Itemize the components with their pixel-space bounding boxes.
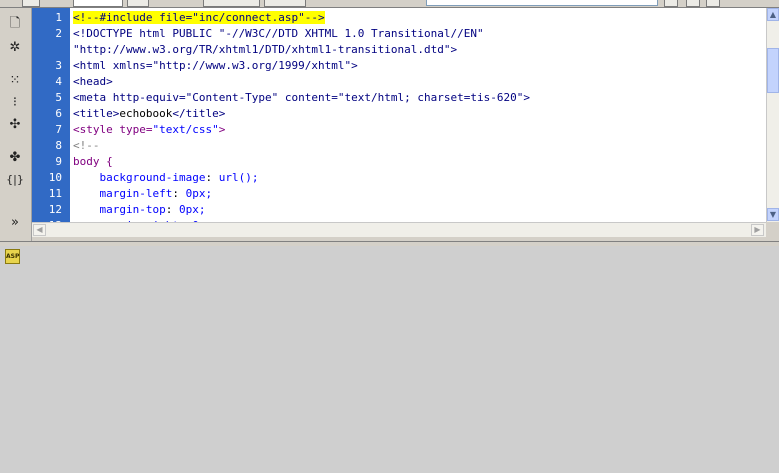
line-number[interactable]: 4 <box>32 74 62 90</box>
code-text-area[interactable]: <!--#include file="inc/connect.asp"--> <!… <box>70 8 766 222</box>
code-token: background-image <box>73 171 206 184</box>
design-view-button[interactable] <box>127 0 149 7</box>
collapse-selection-icon[interactable]: ⁝ <box>6 93 24 111</box>
code-line[interactable]: background-image: url(); <box>73 170 258 186</box>
code-editor: 🗋 ✲ ⁙ ⁝ ✣ ✤ {|} » 12345678910111213 <!--… <box>0 8 779 241</box>
preview-button[interactable] <box>264 0 306 7</box>
asp-include-icon[interactable]: ASP <box>5 249 20 264</box>
coding-toolbar: 🗋 ✲ ⁙ ⁝ ✣ ✤ {|} » <box>0 8 32 241</box>
code-line[interactable]: margin-left: 0px; <box>73 186 212 202</box>
code-line[interactable]: <title>echobook</title> <box>73 106 225 122</box>
line-number[interactable]: 9 <box>32 154 62 170</box>
code-token: <!-- <box>73 139 100 152</box>
scroll-right-icon[interactable]: ▶ <box>751 224 764 236</box>
code-line[interactable]: <style type="text/css"> <box>73 122 225 138</box>
code-token: <!DOCTYPE html PUBLIC "-//W3C//DTD XHTML… <box>73 27 484 40</box>
refresh-button[interactable] <box>664 0 678 7</box>
code-token: : <box>172 187 186 200</box>
split-view-button[interactable] <box>73 0 123 7</box>
code-token: margin-left <box>73 187 173 200</box>
code-token: echobook <box>119 107 173 120</box>
line-number[interactable]: 1 <box>32 10 62 26</box>
code-token: <title> <box>73 107 120 120</box>
line-number[interactable]: 10 <box>32 170 62 186</box>
code-token: type= <box>119 123 153 136</box>
scroll-up-icon[interactable]: ▲ <box>767 8 779 21</box>
scroll-down-icon[interactable]: ▼ <box>767 208 779 221</box>
code-token: > <box>218 123 226 136</box>
code-token: <!--#include file="inc/connect.asp"--> <box>73 11 325 24</box>
code-token: body { <box>73 155 113 168</box>
options-button[interactable] <box>686 0 700 7</box>
code-token: <html xmlns="http://www.w3.org/1999/xhtm… <box>73 59 358 72</box>
line-number-gutter: 12345678910111213 <box>32 8 70 222</box>
code-token: <style <box>73 123 120 136</box>
horizontal-scrollbar[interactable]: ◀ ▶ <box>32 222 766 237</box>
vertical-scroll-thumb[interactable] <box>767 48 779 93</box>
code-token: <meta http-equiv="Content-Type" content=… <box>73 91 530 104</box>
line-number[interactable]: 3 <box>32 58 62 74</box>
line-number[interactable]: 6 <box>32 106 62 122</box>
code-line[interactable]: <head> <box>73 74 113 90</box>
code-token: url(); <box>218 171 259 184</box>
code-token: <head> <box>73 75 113 88</box>
code-token: : <box>205 171 219 184</box>
line-number[interactable]: 12 <box>32 202 62 218</box>
design-view[interactable]: ASP <box>0 246 779 473</box>
code-line[interactable]: <!DOCTYPE html PUBLIC "-//W3C//DTD XHTML… <box>73 26 484 42</box>
code-line[interactable]: "http://www.w3.org/TR/xhtml1/DTD/xhtml1-… <box>73 42 457 58</box>
select-parent-tag-icon[interactable]: ✤ <box>6 148 24 166</box>
code-view-button[interactable] <box>22 0 40 7</box>
balance-braces-icon[interactable]: {|} <box>6 170 24 188</box>
scrollbar-corner <box>766 222 779 236</box>
line-number[interactable] <box>32 42 62 58</box>
code-token: </title> <box>172 107 226 120</box>
code-token: 0px; <box>178 203 206 216</box>
code-line[interactable]: <!--#include file="inc/connect.asp"--> <box>73 10 325 26</box>
scroll-left-icon[interactable]: ◀ <box>33 224 46 236</box>
line-number[interactable]: 8 <box>32 138 62 154</box>
line-number[interactable]: 5 <box>32 90 62 106</box>
code-line[interactable]: <html xmlns="http://www.w3.org/1999/xhtm… <box>73 58 358 74</box>
title-button[interactable] <box>203 0 260 7</box>
document-toolbar <box>0 0 779 8</box>
code-token: : <box>165 203 179 216</box>
more-tools-icon[interactable]: » <box>6 213 24 231</box>
collapse-full-tag-icon[interactable]: ⁙ <box>6 71 24 89</box>
title-field[interactable] <box>426 0 658 6</box>
open-documents-icon[interactable]: 🗋 <box>6 16 24 34</box>
vertical-scrollbar[interactable]: ▲ ▼ <box>766 8 779 222</box>
line-number[interactable]: 2 <box>32 26 62 42</box>
code-line[interactable]: <!-- <box>73 138 100 154</box>
code-token: margin-top <box>73 203 166 216</box>
code-line[interactable]: margin-top: 0px; <box>73 202 205 218</box>
code-token: "text/css" <box>152 123 219 136</box>
code-line[interactable]: <meta http-equiv="Content-Type" content=… <box>73 90 530 106</box>
file-management-icon[interactable]: ✲ <box>6 38 24 56</box>
code-token: "http://www.w3.org/TR/xhtml1/DTD/xhtml1-… <box>73 43 458 56</box>
line-number[interactable]: 11 <box>32 186 62 202</box>
validate-button[interactable] <box>706 0 720 7</box>
code-line[interactable]: body { <box>73 154 113 170</box>
code-token: 0px; <box>185 187 213 200</box>
expand-all-icon[interactable]: ✣ <box>6 115 24 133</box>
line-number[interactable]: 7 <box>32 122 62 138</box>
